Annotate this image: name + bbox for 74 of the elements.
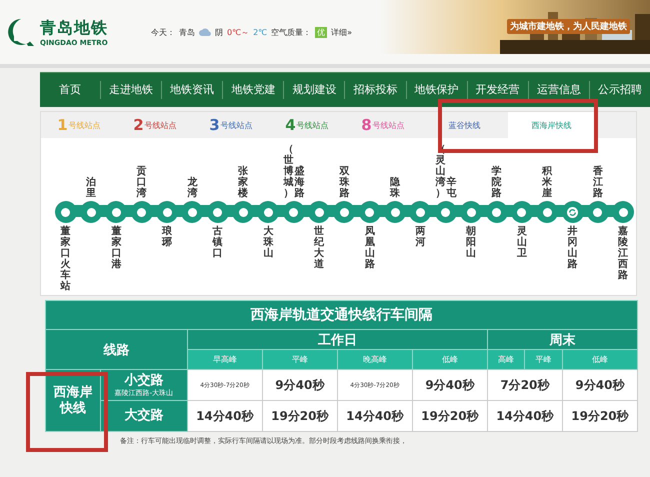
station-name: 董家口港 (111, 226, 122, 272)
table-cell: 14分40秒 (487, 400, 562, 432)
station-name: 龙湾 (187, 177, 198, 199)
station-name: 琅琊 (162, 226, 172, 250)
station-name: 积米崖 (542, 166, 552, 199)
station-name: 两河 (415, 226, 426, 250)
table-cell: 9分40秒 (262, 370, 338, 400)
high-temperature: 2℃ (253, 28, 268, 36)
nav-link[interactable]: 首页 (40, 81, 102, 99)
station-name: 古镇口 (212, 226, 223, 261)
table-cell: 9分40秒 (412, 370, 488, 400)
column-header: 低峰 (562, 350, 638, 370)
column-header: 平峰 (262, 350, 338, 370)
table-title: 西海岸轨道交通快线行车间隔 (46, 300, 638, 330)
transfer-icon (567, 206, 578, 218)
table-cell: 14分40秒 (337, 400, 412, 432)
station-name: 灵山卫 (516, 226, 527, 261)
cloud-icon (199, 28, 211, 36)
station-name: 嘉陵江西路 (618, 226, 628, 283)
line-tab[interactable]: 西海岸快线 (508, 112, 595, 138)
station-name: 张家楼 (238, 166, 248, 199)
slogan-banner: 为城市建地铁，为人民建地铁 (507, 19, 630, 34)
station-name: 盛海路 (294, 166, 304, 199)
station-alias: （世博城） (283, 144, 294, 199)
station-name: 朝阳山 (466, 226, 476, 261)
air-quality-badge: 优 (315, 26, 328, 38)
air-quality-label: 空气质量： (271, 26, 312, 38)
row-header: 大交路 (100, 400, 188, 432)
station-marker[interactable] (612, 201, 634, 223)
table-cell: 7分20秒 (487, 370, 562, 400)
table-cell: 19分20秒 (412, 400, 488, 432)
row-header: 西海岸快线 (46, 370, 100, 432)
table-cell: 14分40秒 (187, 400, 262, 432)
column-header: 周末 (487, 330, 638, 350)
station-name: 辛屯 (446, 177, 456, 199)
nav-link[interactable]: 地铁资讯 (162, 81, 224, 99)
nav-link[interactable]: 公示招聘 (590, 81, 650, 99)
low-temperature: 0℃～ (227, 26, 250, 38)
nav-link[interactable]: 地铁保护 (406, 81, 468, 99)
table-cell: 19分20秒 (562, 400, 638, 432)
station-name: 隐珠 (390, 177, 400, 199)
station-name: 井冈山路 (568, 226, 578, 272)
station-name: 董家口火车站 (60, 226, 71, 293)
station-name: 泊里 (86, 177, 96, 199)
table-cell: 9分40秒 (562, 370, 638, 400)
nav-link[interactable]: 规划建设 (284, 81, 346, 99)
station-name: 贡口湾 (136, 166, 147, 199)
station-name: 凤凰山路 (364, 226, 375, 272)
station-name: 双珠路 (339, 166, 350, 199)
nav-link[interactable]: 招标投标 (345, 81, 407, 99)
column-header: 工作日 (187, 330, 488, 350)
metro-logo-icon (6, 17, 36, 47)
column-header: 低峰 (412, 350, 488, 370)
weather-condition: 阴 (215, 26, 223, 38)
nav-link[interactable]: 开发经营 (468, 81, 529, 99)
column-header: 早高峰 (187, 350, 262, 370)
nav-link[interactable]: 走进地铁 (101, 81, 162, 99)
city-name: 青岛 (179, 26, 195, 38)
column-header: 晚高峰 (337, 350, 412, 370)
station-name: 大珠山 (263, 226, 274, 261)
column-header: 线路 (46, 330, 188, 370)
column-header: 平峰 (524, 350, 562, 370)
station-name: 世纪大道 (314, 226, 324, 272)
station-name: 学院路 (492, 166, 502, 199)
station-name: 香江路 (592, 166, 603, 199)
line-tab[interactable]: 蓝谷快线 (421, 112, 508, 138)
logo-title: 青岛地铁 (40, 18, 108, 38)
column-header: 高峰 (487, 350, 525, 370)
details-link[interactable]: 详细» (331, 26, 352, 38)
nav-link[interactable]: 地铁党建 (223, 81, 284, 99)
station-marker[interactable] (54, 201, 77, 223)
weather-label: 今天： (151, 26, 175, 38)
nav-link[interactable]: 运营信息 (528, 81, 590, 99)
table-cell: 19分20秒 (262, 400, 338, 432)
